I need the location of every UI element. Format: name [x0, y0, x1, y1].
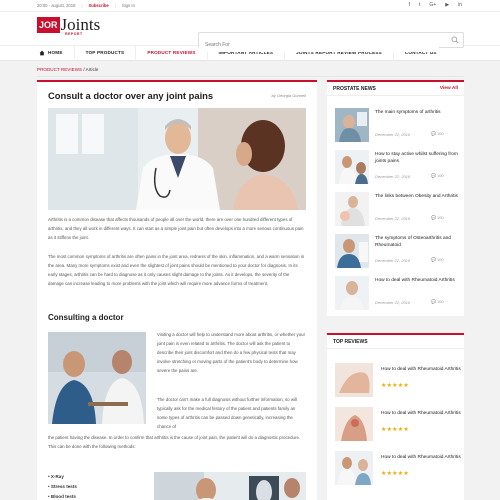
search-input[interactable] — [199, 38, 439, 52]
article-card: Consult a doctor over any joint pains by… — [37, 80, 317, 500]
news-item[interactable]: The main symptoms of arthritis December … — [335, 108, 459, 142]
article-paragraph: The doctor can't make a full diagnosis w… — [157, 397, 297, 429]
card-header: PROSTATE NEWS View All — [327, 82, 464, 96]
comment-count: 💬 100 — [431, 173, 444, 178]
google-plus-icon[interactable]: G+ — [429, 2, 436, 8]
card-title: TOP REVIEWS — [333, 338, 368, 345]
twitter-icon[interactable]: t — [419, 2, 420, 8]
nav-label: HOME — [48, 50, 63, 55]
star-rating: ★★★★★ — [381, 427, 409, 433]
news-thumbnail — [335, 276, 369, 310]
breadcrumb-section[interactable]: PRODUCT REVIEWS — [37, 67, 82, 72]
methods-list: • X-Ray • Stress tests • Blood tests — [48, 472, 77, 500]
news-date: December 22, 2016 — [375, 300, 411, 305]
article-paragraph: the patient having the disease. In order… — [48, 435, 301, 449]
image-doctor-consultation — [48, 332, 146, 424]
divider — [37, 76, 464, 77]
list-item: • Blood tests — [48, 494, 76, 499]
review-thumbnail — [335, 363, 373, 397]
comment-icon: 💬 — [431, 215, 436, 220]
nav-product-reviews[interactable]: PRODUCT REVIEWS — [136, 45, 208, 61]
card-header: TOP REVIEWS — [327, 335, 464, 349]
review-thumbnail — [335, 451, 373, 485]
section-heading: Consulting a doctor — [48, 313, 124, 322]
separator: | — [81, 3, 83, 8]
news-item[interactable]: How to stay active whilst suffering from… — [335, 150, 459, 184]
site-header: JOR Joints REPORT — [0, 12, 500, 52]
date-time: 20:00 - august, 2018 — [37, 3, 76, 8]
article-paragraph: The most common symptoms of arthritis ar… — [48, 254, 305, 286]
news-thumbnail — [335, 234, 369, 268]
comment-count: 💬 100 — [431, 299, 444, 304]
youtube-icon[interactable]: ▶ — [445, 2, 449, 8]
review-item[interactable]: How to deal with Rheumatoid Arthritis ★★… — [335, 451, 461, 485]
review-thumbnail — [335, 407, 373, 441]
news-title[interactable]: How to stay active whilst suffering from… — [375, 152, 461, 165]
site-logo[interactable]: JOR Joints REPORT — [37, 15, 101, 36]
comment-icon: 💬 — [431, 299, 436, 304]
news-date: December 22, 2016 — [375, 174, 411, 179]
view-all-link[interactable]: View All — [440, 86, 458, 91]
facebook-icon[interactable]: f — [409, 2, 410, 8]
article-paragraph: Visiting a doctor will help to understan… — [157, 332, 306, 373]
nav-home[interactable]: HOME — [37, 45, 75, 61]
comment-icon: 💬 — [431, 173, 436, 178]
news-thumbnail — [335, 108, 369, 142]
top-bar: 20:00 - august, 2018 | Subscribe | Sign … — [0, 0, 500, 12]
separator: | — [114, 3, 116, 8]
article-title: Consult a doctor over any joint pains — [48, 90, 214, 101]
news-thumbnail — [335, 192, 369, 226]
review-title[interactable]: How to deal with Rheumatoid Arthritis — [381, 455, 461, 462]
news-thumbnail — [335, 150, 369, 184]
news-date: December 22, 2016 — [375, 216, 411, 221]
comment-icon: 💬 — [431, 131, 436, 136]
comment-count: 💬 100 — [431, 257, 444, 262]
search-box — [198, 32, 464, 52]
nav-top-products[interactable]: TOP PRODUCTS — [75, 45, 137, 61]
review-title[interactable]: How to deal with Rheumatoid Arthritis — [381, 367, 461, 374]
breadcrumb-current: / Article — [83, 67, 99, 72]
subscribe-link[interactable]: Subscribe — [89, 3, 109, 8]
logo-joints: Joints — [60, 15, 101, 34]
comment-count: 💬 100 — [431, 131, 444, 136]
news-date: December 22, 2016 — [375, 132, 411, 137]
news-date: December 22, 2016 — [375, 258, 411, 263]
home-icon — [39, 50, 45, 56]
image-xray-doctors — [154, 472, 306, 500]
comment-count: 💬 100 — [431, 215, 444, 220]
article-paragraph: Arthritis is a common disease that affec… — [48, 217, 304, 240]
news-title[interactable]: How to deal with Rheumatoid Arthritis — [375, 278, 461, 285]
search-icon[interactable] — [451, 36, 459, 44]
star-rating: ★★★★★ — [381, 471, 409, 477]
list-item: • X-Ray — [48, 474, 64, 479]
review-item[interactable]: How to deal with Rheumatoid Arthritis ★★… — [335, 407, 461, 441]
review-item[interactable]: How to deal with Rheumatoid Arthritis ★★… — [335, 363, 461, 397]
news-item[interactable]: How to deal with Rheumatoid Arthritis De… — [335, 276, 459, 310]
logo-report: REPORT — [65, 32, 83, 36]
prostate-news-card: PROSTATE NEWS View All The main symptoms… — [327, 80, 464, 316]
linkedin-icon[interactable]: in — [458, 2, 462, 8]
news-title[interactable]: The links between Obesity and Arthritis — [375, 194, 461, 201]
news-item[interactable]: The links between Obesity and Arthritis … — [335, 192, 459, 226]
news-title[interactable]: The symptoms of Osteoarthritis and Rheum… — [375, 236, 461, 249]
list-item: • Stress tests — [48, 484, 77, 489]
article-byline[interactable]: by Georgia Gunnell — [272, 93, 306, 98]
news-title[interactable]: The main symptoms of arthritis — [375, 110, 461, 117]
news-item[interactable]: The symptoms of Osteoarthritis and Rheum… — [335, 234, 459, 268]
star-rating: ★★★★★ — [381, 383, 409, 389]
comment-icon: 💬 — [431, 257, 436, 262]
top-reviews-card: TOP REVIEWS How to deal with Rheumatoid … — [327, 333, 464, 500]
hero-image-doctor-patient — [48, 108, 306, 210]
review-title[interactable]: How to deal with Rheumatoid Arthritis — [381, 411, 461, 418]
sign-in-link[interactable]: Sign In — [122, 3, 135, 8]
card-title: PROSTATE NEWS — [333, 85, 376, 92]
social-links: f t G+ ▶ in — [409, 2, 462, 8]
breadcrumb: PRODUCT REVIEWS / Article — [37, 67, 98, 72]
logo-jor: JOR — [37, 17, 60, 33]
